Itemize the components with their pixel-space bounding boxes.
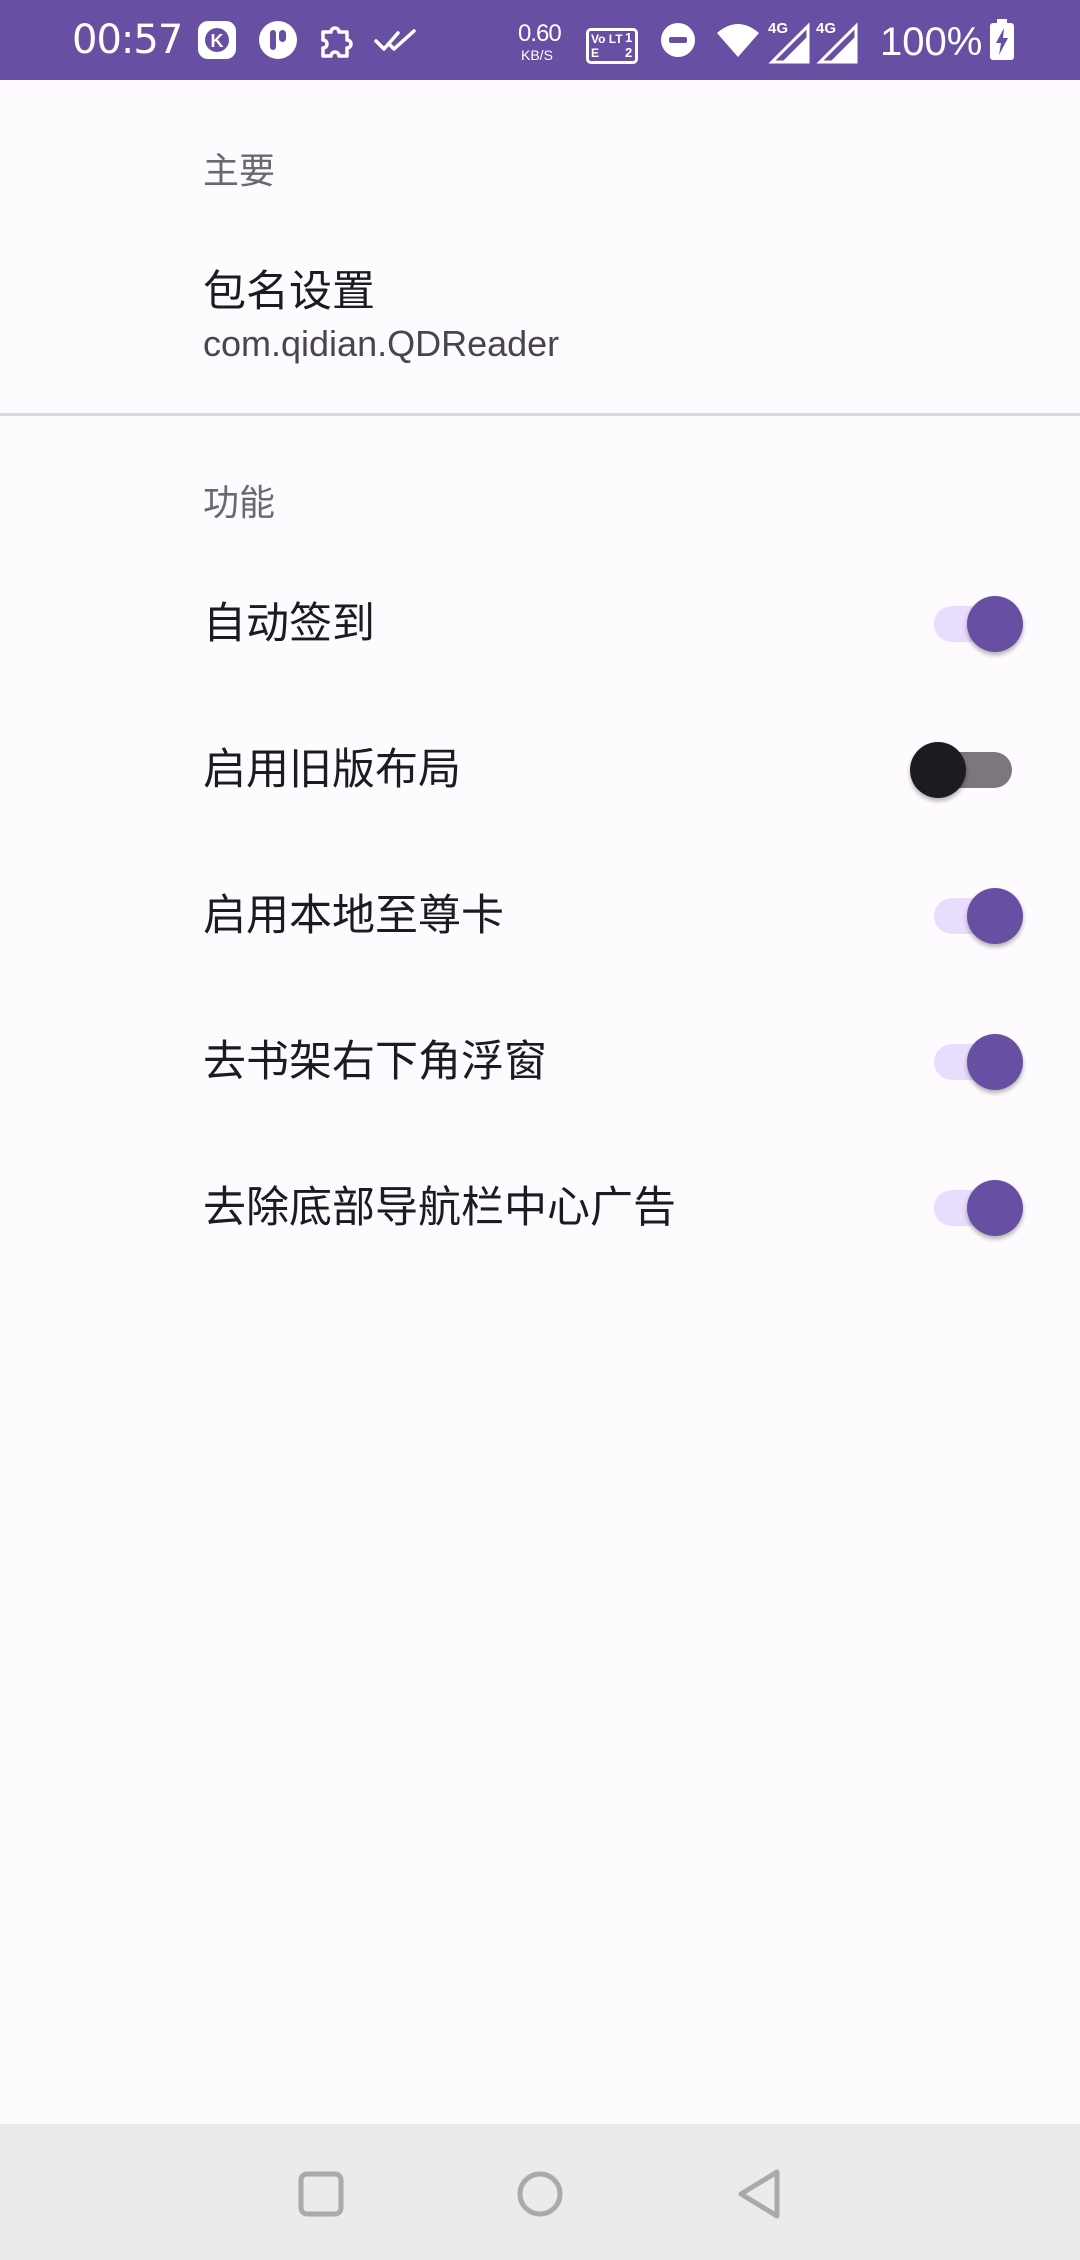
volte-label: Vo LTE (591, 32, 623, 60)
sim1-label: 1 (625, 30, 633, 45)
done-all-icon (373, 20, 417, 60)
back-icon[interactable] (720, 2154, 800, 2234)
status-bar: 00:57 K 0.60 KB/S Vo LTE 1 2 4G 4G 100% (0, 0, 1080, 80)
settings-screen: 00:57 K 0.60 KB/S Vo LTE 1 2 4G 4G 100% … (0, 0, 1080, 2260)
net-speed-unit: KB/S (521, 47, 553, 63)
status-time: 00:57 (72, 17, 183, 63)
feature-label: 启用本地至尊卡 (203, 891, 504, 941)
signal-icon: 4G (816, 20, 860, 66)
local-vip-card-switch[interactable] (910, 881, 1030, 951)
puzzle-icon (314, 20, 356, 60)
feature-row-legacy-layout[interactable]: 启用旧版布局 (0, 702, 1080, 838)
package-name-setting[interactable]: 包名设置 com.qidian.QDReader (0, 240, 1080, 410)
net-speed-value: 0.60 (518, 20, 562, 47)
feature-label: 启用旧版布局 (203, 745, 461, 795)
navigation-bar (0, 2124, 1080, 2260)
feature-label: 去书架右下角浮窗 (203, 1037, 547, 1087)
volte-icon: Vo LTE 1 2 (586, 28, 638, 64)
sim2-label: 2 (625, 45, 633, 60)
battery-percent: 100% (880, 20, 983, 64)
signal-type-label: 4G (768, 20, 789, 37)
svg-text:K: K (211, 31, 224, 51)
app-notification-icon (257, 20, 299, 60)
auto-checkin-switch[interactable] (910, 589, 1030, 659)
feature-label: 自动签到 (203, 599, 375, 649)
section-header-main: 主要 (203, 151, 276, 192)
home-icon[interactable] (500, 2154, 580, 2234)
feature-row-local-vip-card[interactable]: 启用本地至尊卡 (0, 848, 1080, 984)
package-name-title: 包名设置 (203, 267, 375, 317)
do-not-disturb-icon (658, 20, 698, 60)
feature-row-remove-floating-window[interactable]: 去书架右下角浮窗 (0, 994, 1080, 1130)
feature-row-remove-center-ad[interactable]: 去除底部导航栏中心广告 (0, 1140, 1080, 1276)
battery-charging-icon (988, 19, 1016, 60)
feature-row-auto-checkin[interactable]: 自动签到 (0, 556, 1080, 692)
wifi-icon (714, 20, 762, 60)
legacy-layout-switch[interactable] (910, 735, 1030, 805)
remove-floating-window-switch[interactable] (910, 1027, 1030, 1097)
feature-label: 去除底部导航栏中心广告 (203, 1183, 676, 1233)
remove-center-ad-switch[interactable] (910, 1173, 1030, 1243)
signal-type-label: 4G (816, 20, 837, 37)
section-header-features: 功能 (203, 483, 276, 524)
app-notification-icon: K (196, 20, 238, 60)
package-name-summary: com.qidian.QDReader (203, 323, 560, 364)
section-divider (0, 413, 1080, 416)
signal-icon: 4G (768, 20, 812, 66)
recents-icon[interactable] (281, 2154, 361, 2234)
